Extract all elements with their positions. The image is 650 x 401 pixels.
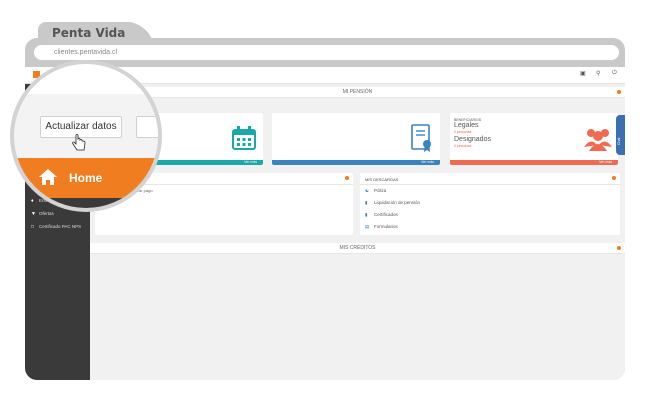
collapse-icon[interactable]	[612, 176, 616, 180]
sidebar-item-label: Certificado PAC NPS	[39, 224, 82, 229]
descarga-label: Certificados	[374, 212, 398, 217]
browser-tab[interactable]: Penta Vida	[38, 22, 136, 44]
sidebar-item-certificado[interactable]: □ Certificado PAC NPS	[31, 224, 81, 230]
collapse-icon[interactable]	[617, 90, 621, 94]
section-mi-pension: MI PENSIÓN	[90, 87, 625, 98]
descarga-certificados[interactable]: ▮ Certificados	[365, 212, 398, 218]
card-document: Ver más	[272, 113, 440, 165]
panel-divider	[360, 184, 620, 185]
sidebar-item-ofertas[interactable]: ▼ Ofertas	[31, 211, 54, 217]
document-certificate-icon	[411, 124, 431, 152]
side-chat-tab[interactable]: Chat	[616, 115, 625, 155]
magnifier-topbar	[14, 64, 158, 94]
home-icon	[39, 169, 57, 185]
collapse-icon[interactable]	[345, 176, 349, 180]
certificate-icon: □	[31, 224, 35, 230]
designados-count: 0 personas	[454, 144, 472, 148]
screen-icon[interactable]: ▣	[580, 70, 586, 77]
url-bar[interactable]: clientes.pentavida.cl	[34, 45, 619, 60]
shield-icon: ☯	[365, 188, 370, 193]
calendar-icon	[232, 126, 256, 150]
section-title: MI PENSIÓN	[342, 89, 373, 95]
descarga-label: Liquidación de pensión	[374, 200, 421, 205]
key-icon[interactable]: ⚲	[596, 70, 600, 77]
descargas-heading: MIS DESCARGAS	[365, 177, 399, 182]
zoom-magnifier: Actualizar datos Home	[10, 60, 162, 212]
card-footer-link[interactable]: Ver más	[272, 160, 440, 165]
home-menu-item[interactable]: Home	[14, 158, 158, 198]
card-beneficiarios: BENEFICIARIOS Legales 0 personas Designa…	[450, 113, 618, 165]
section-title: MIS CRÉDITOS	[339, 245, 376, 251]
users-group-icon	[584, 129, 612, 151]
power-icon[interactable]: ⏻	[612, 70, 617, 77]
document-icon: ▮	[365, 212, 368, 217]
descarga-liquidacion[interactable]: ▮ Liquidación de pensión	[365, 200, 420, 206]
panel-mis-descargas: MIS DESCARGAS ☯ Póliza ▮ Liquidación de pe…	[360, 173, 620, 235]
side-tab-label: Chat	[617, 137, 621, 145]
form-icon: ▤	[365, 224, 370, 229]
designados-label: Designados	[454, 136, 491, 143]
descarga-label: Póliza	[374, 188, 387, 193]
legales-count: 0 personas	[454, 130, 472, 134]
hand-cursor-icon	[72, 134, 86, 151]
descarga-formularios[interactable]: ▤ Formularios	[365, 224, 398, 230]
collapse-icon[interactable]	[617, 246, 621, 250]
sidebar-item-label: Ofertas	[39, 211, 54, 216]
secondary-button[interactable]	[136, 116, 158, 138]
descarga-poliza[interactable]: ☯ Póliza	[365, 188, 386, 194]
tag-icon: ▼	[31, 211, 36, 217]
descarga-label: Formularios	[374, 224, 398, 229]
section-mis-creditos: MIS CRÉDITOS	[90, 243, 625, 254]
legales-label: Legales	[454, 122, 479, 129]
card-footer-link[interactable]: Ver más	[450, 160, 618, 165]
home-label: Home	[69, 171, 103, 185]
file-icon: ▮	[365, 200, 368, 205]
